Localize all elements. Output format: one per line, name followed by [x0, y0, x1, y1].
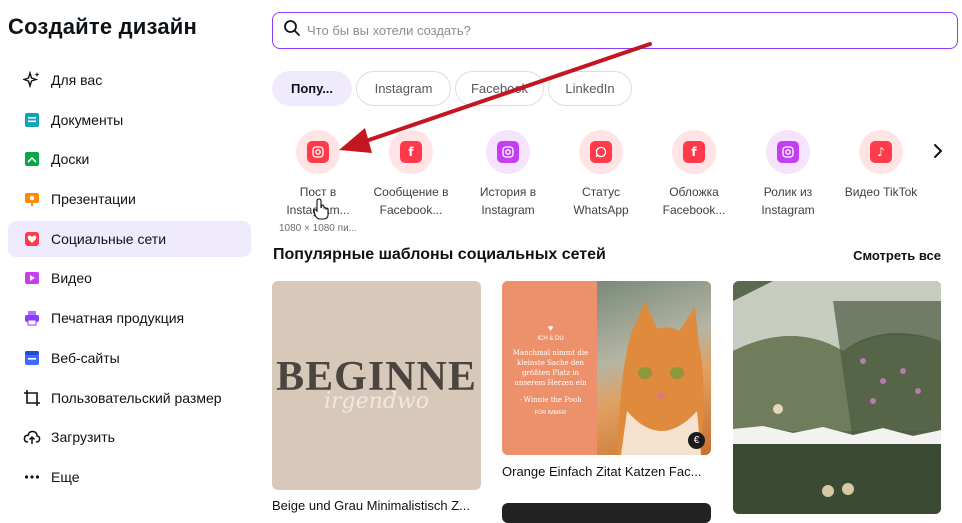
- design-type-label: Сообщение в Facebook...: [373, 185, 449, 217]
- design-type-item[interactable]: Ролик из Instagram: [740, 130, 836, 219]
- design-type-label: История в Instagram: [479, 185, 537, 217]
- page-title: Создайте дизайн: [8, 14, 198, 39]
- whatsapp-icon: [579, 130, 623, 174]
- heart-icon: [23, 230, 41, 248]
- section-title: Популярные шаблоны социальных сетей: [273, 246, 606, 263]
- sidebar-item-label: Документы: [51, 111, 124, 128]
- video-icon: [23, 269, 41, 287]
- sidebar-item-label: Еще: [51, 468, 80, 485]
- sidebar-item[interactable]: Доски: [8, 141, 251, 177]
- sidebar-item-label: Доски: [51, 151, 90, 168]
- sidebar-item[interactable]: Презентации: [8, 181, 251, 217]
- template-card[interactable]: [733, 281, 941, 514]
- chip-popular[interactable]: Попу...: [272, 71, 352, 106]
- facebook-icon: f: [389, 130, 433, 174]
- search-icon: [283, 19, 301, 42]
- sparkle-icon: [23, 71, 41, 89]
- sidebar-item-label: Пользовательский размер: [51, 389, 222, 406]
- premium-badge: €: [688, 432, 705, 449]
- chevron-right-icon[interactable]: [928, 141, 948, 161]
- search-bar[interactable]: [272, 12, 958, 49]
- sidebar-item[interactable]: Еще: [8, 459, 251, 495]
- chip-linkedin[interactable]: LinkedIn: [548, 71, 632, 106]
- instagram-reel-icon: [766, 130, 810, 174]
- website-icon: [23, 349, 41, 367]
- design-type-label: Статус WhatsApp: [573, 185, 629, 217]
- template-script-text: irgendwo: [324, 389, 429, 414]
- sidebar-item[interactable]: Видео: [8, 260, 251, 296]
- sidebar-item-label: Загрузить: [51, 429, 115, 446]
- filter-chips: Попу... Instagram Facebook LinkedIn: [272, 71, 632, 106]
- search-input[interactable]: [307, 23, 907, 38]
- sidebar-item[interactable]: Загрузить: [8, 419, 251, 455]
- hand-cursor-icon: [313, 198, 331, 225]
- design-type-item[interactable]: ♪ Видео TikTok: [833, 130, 929, 201]
- upload-cloud-icon: [23, 428, 41, 446]
- sidebar-item[interactable]: Пользовательский размер: [8, 380, 251, 416]
- template-card[interactable]: [502, 503, 711, 523]
- quote-tag: ICH & DU: [537, 336, 564, 342]
- sidebar-item[interactable]: Печатная продукция: [8, 300, 251, 336]
- sidebar-item-label: Печатная продукция: [51, 310, 185, 327]
- crop-icon: [23, 389, 41, 407]
- design-type-item[interactable]: История в Instagram: [460, 130, 556, 219]
- quote-brand: FÜR IMMER: [534, 410, 567, 416]
- document-icon: [23, 111, 41, 129]
- sidebar-item[interactable]: Социальные сети: [8, 220, 251, 257]
- whiteboard-icon: [23, 150, 41, 168]
- facebook-cover-icon: f: [672, 130, 716, 174]
- template-label: Orange Einfach Zitat Katzen Fac...: [502, 464, 702, 479]
- quote-panel: ♥ ICH & DU Manchmal nimmt die kleinste S…: [502, 281, 597, 455]
- quote-text: Manchmal nimmt die kleinste Sache den gr…: [512, 349, 589, 387]
- sidebar-item-label: Социальные сети: [51, 230, 167, 247]
- tiktok-icon: ♪: [859, 130, 903, 174]
- sidebar-item[interactable]: Документы: [8, 102, 251, 138]
- design-type-label: Обложка Facebook...: [662, 185, 726, 217]
- design-type-label: Видео TikTok: [844, 185, 918, 199]
- see-all-link[interactable]: Смотреть все: [853, 248, 941, 263]
- template-card[interactable]: ♥ ICH & DU Manchmal nimmt die kleinste S…: [502, 281, 711, 455]
- heart-icon: ♥: [547, 323, 554, 333]
- chip-instagram[interactable]: Instagram: [356, 71, 451, 106]
- design-type-label: Ролик из Instagram: [761, 185, 815, 217]
- instagram-story-icon: [486, 130, 530, 174]
- template-label: Beige und Grau Minimalistisch Z...: [272, 498, 470, 513]
- more-icon: [23, 468, 41, 486]
- design-type-item[interactable]: Статус WhatsApp: [553, 130, 649, 219]
- sidebar-nav: Для вас Документы Доски Презентации Социальн…: [8, 62, 251, 499]
- sidebar-item-label: Веб-сайты: [51, 349, 120, 366]
- quote-author: - Winnie the Pooh: [519, 396, 582, 404]
- cat-photo: [597, 281, 711, 455]
- sidebar-item[interactable]: Для вас: [8, 62, 251, 98]
- design-type-item[interactable]: f Сообщение в Facebook...: [363, 130, 459, 219]
- sidebar-item-label: Презентации: [51, 191, 136, 208]
- printer-icon: [23, 309, 41, 327]
- sidebar-item-label: Видео: [51, 270, 92, 287]
- sidebar-item[interactable]: Веб-сайты: [8, 340, 251, 376]
- chip-facebook[interactable]: Facebook: [455, 71, 544, 106]
- design-type-item[interactable]: f Обложка Facebook...: [646, 130, 742, 219]
- sidebar-item-label: Для вас: [51, 72, 103, 88]
- presentation-icon: [23, 190, 41, 208]
- template-card[interactable]: BEGINNE irgendwo: [272, 281, 481, 490]
- instagram-icon: [296, 130, 340, 174]
